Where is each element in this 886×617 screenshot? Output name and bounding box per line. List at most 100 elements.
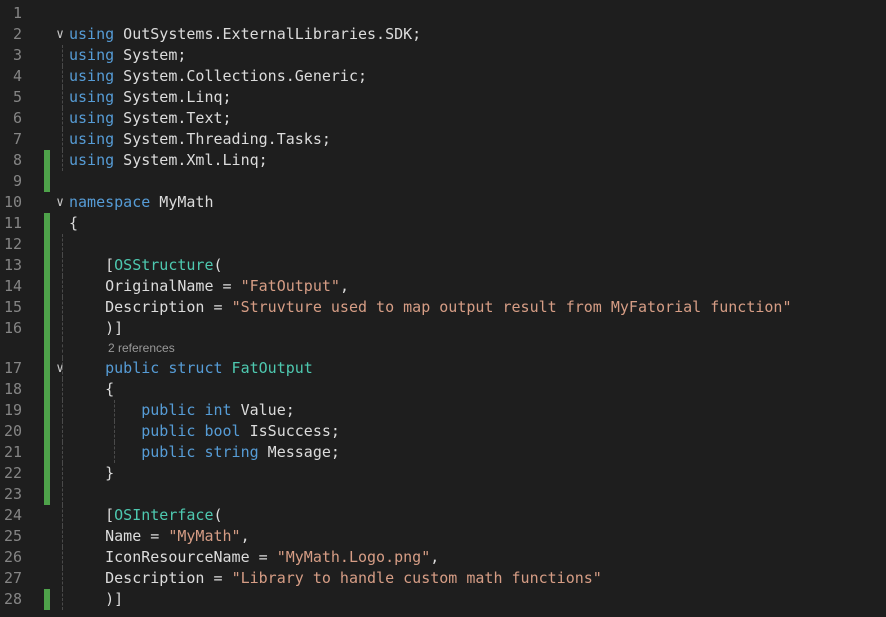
code-line[interactable]: 17 ∨ public struct FatOutput: [0, 358, 886, 379]
code-line[interactable]: 25 Name = "MyMath",: [0, 526, 886, 547]
token: )]: [69, 590, 124, 608]
code-text[interactable]: {: [69, 213, 78, 234]
code-text[interactable]: namespace MyMath: [69, 192, 214, 213]
code-text[interactable]: }: [69, 463, 114, 484]
code-editor[interactable]: 1 2 ∨ using OutSystems.ExternalLibraries.SD…: [0, 0, 886, 617]
token: using: [69, 88, 115, 106]
token: string: [195, 443, 259, 461]
code-text[interactable]: {: [69, 379, 114, 400]
code-line[interactable]: 1: [0, 3, 886, 24]
code-line[interactable]: 4 using System.Collections.Generic;: [0, 66, 886, 87]
fold-chevron-icon[interactable]: ∨: [53, 192, 67, 213]
indent-guide: [62, 379, 63, 400]
token: [: [69, 506, 115, 524]
code-line[interactable]: 10 ∨ namespace MyMath: [0, 192, 886, 213]
code-line[interactable]: 16 )]: [0, 318, 886, 339]
code-line[interactable]: 12: [0, 234, 886, 255]
token: public: [69, 359, 160, 377]
code-line[interactable]: 3 using System;: [0, 45, 886, 66]
code-text[interactable]: )]: [69, 589, 123, 610]
change-indicator: [44, 442, 50, 463]
token: using: [69, 130, 115, 148]
token: using: [69, 46, 115, 64]
line-number: 11: [3, 214, 22, 232]
token: IconResourceName: [69, 548, 250, 566]
code-text[interactable]: using System.Collections.Generic;: [69, 66, 367, 87]
token: using: [69, 25, 115, 43]
code-text[interactable]: public int Value;: [69, 400, 295, 421]
code-line[interactable]: 9: [0, 171, 886, 192]
code-text[interactable]: Name = "MyMath",: [69, 526, 250, 547]
code-text[interactable]: public struct FatOutput: [69, 358, 313, 379]
indent-guide: [62, 234, 63, 255]
code-line[interactable]: 8 using System.Xml.Linq;: [0, 150, 886, 171]
code-line[interactable]: 18 {: [0, 379, 886, 400]
code-text[interactable]: OriginalName = "FatOutput",: [69, 276, 349, 297]
code-text[interactable]: using System.Linq;: [69, 87, 232, 108]
code-text[interactable]: using OutSystems.ExternalLibraries.SDK;: [69, 24, 421, 45]
line-number: 23: [3, 485, 22, 503]
code-line[interactable]: 7 using System.Threading.Tasks;: [0, 129, 886, 150]
line-number: 12: [3, 235, 22, 253]
fold-chevron-icon[interactable]: ∨: [53, 358, 67, 379]
token: OSInterface: [114, 506, 214, 524]
indent-guide: [62, 255, 63, 276]
token: "MyMath": [168, 527, 241, 545]
code-line[interactable]: 13 [OSStructure(: [0, 255, 886, 276]
code-line[interactable]: 5 using System.Linq;: [0, 87, 886, 108]
change-indicator: [44, 484, 50, 505]
code-text[interactable]: using System.Threading.Tasks;: [69, 129, 331, 150]
code-line[interactable]: 28 )]: [0, 589, 886, 610]
code-text[interactable]: public bool IsSuccess;: [69, 421, 340, 442]
code-line[interactable]: 21 public string Message;: [0, 442, 886, 463]
code-line[interactable]: 11 {: [0, 213, 886, 234]
line-number: 21: [3, 443, 22, 461]
code-line[interactable]: 24 [OSInterface(: [0, 505, 886, 526]
token: Message: [258, 443, 331, 461]
code-line[interactable]: 20 public bool IsSuccess;: [0, 421, 886, 442]
change-indicator: [44, 358, 50, 379]
token: =: [141, 527, 169, 545]
code-text[interactable]: Description = "Struvture used to map out…: [69, 297, 791, 318]
line-number: 9: [12, 172, 22, 190]
code-text[interactable]: using System;: [69, 45, 186, 66]
code-line[interactable]: 15 Description = "Struvture used to map …: [0, 297, 886, 318]
token: {: [69, 214, 79, 232]
token: IsSuccess: [240, 422, 331, 440]
line-number: 10: [3, 193, 22, 211]
indent-guide: [62, 358, 63, 379]
token: Name: [69, 527, 142, 545]
token: ,: [240, 527, 250, 545]
code-line[interactable]: 26 IconResourceName = "MyMath.Logo.png",: [0, 547, 886, 568]
token: ,: [430, 548, 440, 566]
code-text[interactable]: IconResourceName = "MyMath.Logo.png",: [69, 547, 439, 568]
line-number: 26: [3, 548, 22, 566]
indent-guide: [62, 150, 63, 171]
fold-chevron-icon[interactable]: ∨: [53, 24, 67, 45]
code-line[interactable]: 2 ∨ using OutSystems.ExternalLibraries.SDK…: [0, 24, 886, 45]
code-line[interactable]: 27 Description = "Library to handle cust…: [0, 568, 886, 589]
line-number: 24: [3, 506, 22, 524]
codelens-references-link[interactable]: 2 references: [108, 339, 175, 358]
line-number: 14: [3, 277, 22, 295]
code-line[interactable]: 19 public int Value;: [0, 400, 886, 421]
change-indicator: [44, 234, 50, 255]
change-indicator: [44, 463, 50, 484]
change-indicator: [44, 255, 50, 276]
code-text[interactable]: using System.Text;: [69, 108, 232, 129]
line-number: 22: [3, 464, 22, 482]
code-line[interactable]: 6 using System.Text;: [0, 108, 886, 129]
code-line[interactable]: 14 OriginalName = "FatOutput",: [0, 276, 886, 297]
indent-guide: [62, 129, 63, 150]
token: Value: [231, 401, 286, 419]
code-line[interactable]: 23: [0, 484, 886, 505]
token: (: [213, 256, 223, 274]
code-text[interactable]: [OSStructure(: [69, 255, 223, 276]
code-text[interactable]: [OSInterface(: [69, 505, 222, 526]
code-text[interactable]: using System.Xml.Linq;: [69, 150, 268, 171]
indent-guide: [62, 318, 63, 339]
code-text[interactable]: public string Message;: [69, 442, 340, 463]
code-text[interactable]: )]: [69, 318, 123, 339]
code-text[interactable]: Description = "Library to handle custom …: [69, 568, 602, 589]
code-line[interactable]: 22 }: [0, 463, 886, 484]
